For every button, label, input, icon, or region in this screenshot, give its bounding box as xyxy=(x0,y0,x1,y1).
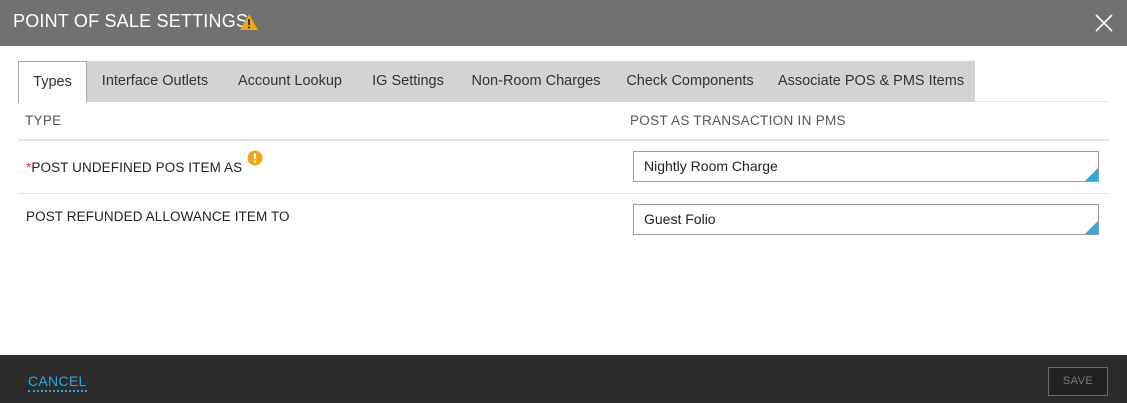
warning-triangle-icon xyxy=(240,14,258,30)
row-divider xyxy=(18,193,1109,194)
tab-account-lookup[interactable]: Account Lookup xyxy=(223,61,357,102)
save-button[interactable]: SAVE xyxy=(1048,367,1108,396)
dialog-titlebar: POINT OF SALE SETTINGS xyxy=(0,0,1127,46)
dropdown-corner-icon xyxy=(1085,221,1098,234)
tab-divider xyxy=(975,101,1109,102)
tab-ig-settings[interactable]: IG Settings xyxy=(357,61,459,102)
info-alert-icon[interactable] xyxy=(247,150,263,166)
dropdown-corner-icon xyxy=(1085,168,1098,181)
header-divider xyxy=(18,139,1109,141)
row-label-post-undefined: *POST UNDEFINED POS ITEM AS xyxy=(26,160,242,175)
post-undefined-select[interactable]: Nightly Room Charge xyxy=(633,151,1099,182)
dialog-footer: CANCEL SAVE xyxy=(0,355,1127,403)
row-label-text: POST REFUNDED ALLOWANCE ITEM TO xyxy=(26,209,290,224)
select-value: Guest Folio xyxy=(644,211,716,227)
settings-tabs: Types Interface Outlets Account Lookup I… xyxy=(18,61,975,103)
post-refunded-select[interactable]: Guest Folio xyxy=(633,204,1099,235)
row-label-post-refunded: POST REFUNDED ALLOWANCE ITEM TO xyxy=(26,209,290,224)
tab-non-room-charges[interactable]: Non-Room Charges xyxy=(459,61,613,102)
column-header-type: TYPE xyxy=(25,113,62,128)
dialog-title: POINT OF SALE SETTINGS xyxy=(13,11,249,31)
tab-check-components[interactable]: Check Components xyxy=(613,61,767,102)
tab-types[interactable]: Types xyxy=(18,61,87,103)
tab-interface-outlets[interactable]: Interface Outlets xyxy=(87,61,223,102)
close-icon[interactable] xyxy=(1092,11,1116,35)
select-value: Nightly Room Charge xyxy=(644,158,778,174)
cancel-button[interactable]: CANCEL xyxy=(28,373,87,392)
column-header-post-as: POST AS TRANSACTION IN PMS xyxy=(630,113,846,128)
row-label-text: POST UNDEFINED POS ITEM AS xyxy=(31,160,243,175)
pos-settings-dialog: POINT OF SALE SETTINGS Types Interface O… xyxy=(0,0,1127,403)
tab-associate-pos-pms-items[interactable]: Associate POS & PMS Items xyxy=(767,61,975,102)
